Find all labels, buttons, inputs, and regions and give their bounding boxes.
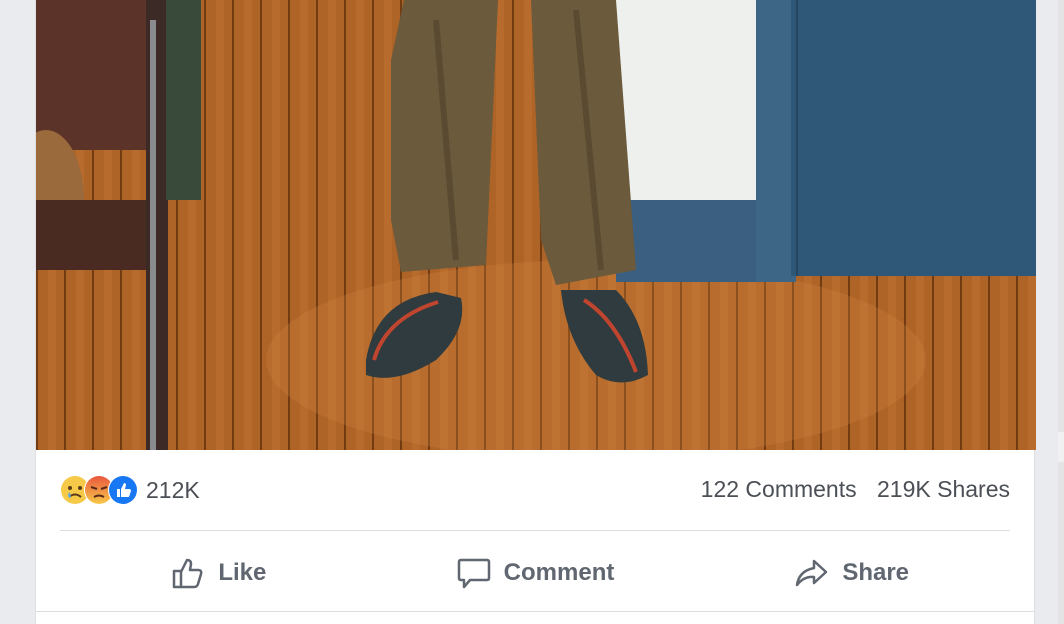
share-button[interactable]: Share: [693, 540, 1010, 606]
post-card: 212K 122 Comments 219K Shares Like Comme…: [35, 0, 1036, 624]
reactions-count[interactable]: 212K: [146, 477, 200, 504]
like-button[interactable]: Like: [60, 540, 377, 606]
like-icon: [108, 475, 138, 505]
photo-illustration: [36, 0, 1036, 450]
comment-bubble-icon: [457, 558, 490, 589]
scrollbar-track-lower: [1058, 462, 1064, 624]
shares-count-link[interactable]: 219K Shares: [877, 476, 1010, 502]
post-summary: 212K 122 Comments 219K Shares: [60, 470, 1010, 510]
post-photo[interactable]: [36, 0, 1036, 450]
like-label: Like: [218, 559, 267, 586]
engagement-stats: 122 Comments 219K Shares: [701, 476, 1010, 503]
thumbs-up-icon: [173, 558, 203, 589]
card-bottom-divider: [36, 611, 1034, 612]
scrollbar[interactable]: [1058, 0, 1064, 624]
scrollbar-track-upper: [1058, 0, 1064, 432]
share-label: Share: [842, 559, 910, 586]
action-bar: Like Comment Share: [60, 540, 1010, 606]
divider: [60, 530, 1010, 531]
comment-label: Comment: [503, 559, 615, 586]
share-arrow-icon: [796, 559, 828, 587]
comment-button[interactable]: Comment: [377, 540, 694, 606]
comments-count-link[interactable]: 122 Comments: [701, 476, 857, 502]
reactions-summary[interactable]: 212K: [60, 474, 200, 506]
